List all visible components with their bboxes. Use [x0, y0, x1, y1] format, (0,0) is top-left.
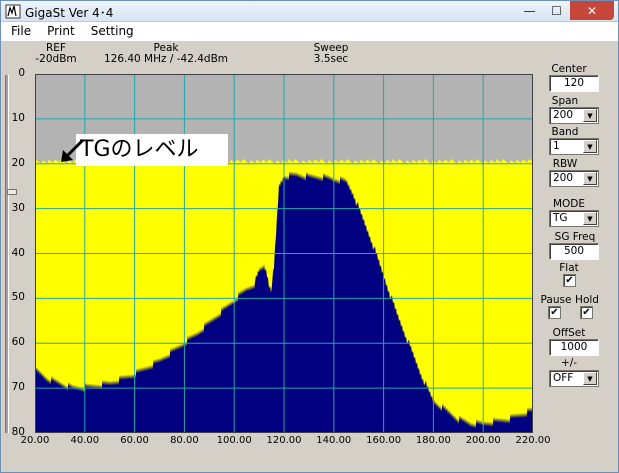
rbw-label: RBW: [552, 158, 578, 170]
x-tick-label: 40.00: [70, 435, 100, 446]
title-bar[interactable]: GigaSt Ver 4･4 — ☐ ✕: [1, 1, 618, 22]
y-tick-label: 70: [11, 381, 25, 394]
rbw-value: 200: [553, 172, 574, 184]
offset-input[interactable]: 1000: [549, 339, 599, 356]
x-tick-label: 80.00: [170, 435, 199, 446]
hold-label: Hold: [575, 294, 599, 306]
chevron-down-icon[interactable]: ▼: [583, 140, 597, 153]
sg-freq-label: SG Freq: [554, 231, 596, 243]
y-tick-label: 10: [11, 111, 25, 124]
sign-value: OFF: [553, 372, 574, 384]
menu-setting[interactable]: Setting: [81, 22, 140, 41]
maximize-button[interactable]: ☐: [543, 1, 570, 20]
spectrum-plot: [35, 74, 533, 433]
band-label: Band: [551, 126, 579, 138]
peak-value: 126.40 MHz / -42.4dBm: [103, 53, 229, 65]
main-area: REF -20dBm Peak 126.40 MHz / -42.4dBm Sw…: [1, 41, 618, 472]
band-value: 1: [553, 140, 560, 152]
mode-select[interactable]: TG ▼: [549, 210, 599, 227]
sign-label: +/-: [560, 357, 578, 369]
menu-file[interactable]: File: [1, 22, 37, 41]
chevron-down-icon[interactable]: ▼: [583, 212, 597, 225]
check-icon: ✔: [565, 275, 574, 286]
x-tick-label: 200.00: [465, 435, 501, 446]
y-tick-label: 0: [18, 67, 25, 79]
x-tick-label: 160.00: [366, 435, 402, 446]
check-icon: ✔: [582, 307, 591, 318]
window-title: GigaSt Ver 4･4: [25, 6, 114, 20]
app-icon: [5, 4, 21, 19]
span-select[interactable]: 200 ▼: [549, 107, 599, 124]
x-tick-label: 60.00: [120, 435, 149, 446]
check-icon: ✔: [550, 307, 559, 318]
flat-checkbox[interactable]: ✔: [563, 274, 576, 287]
y-tick-label: 40: [11, 246, 25, 259]
hold-checkbox[interactable]: ✔: [580, 306, 593, 319]
sweep-value: 3.5sec: [313, 53, 349, 65]
rbw-select[interactable]: 200 ▼: [549, 170, 599, 187]
sg-freq-input[interactable]: 500: [549, 243, 599, 260]
minimize-button[interactable]: —: [516, 1, 543, 20]
chevron-down-icon[interactable]: ▼: [583, 172, 597, 185]
menu-print[interactable]: Print: [37, 22, 81, 41]
span-label: Span: [551, 95, 579, 107]
arrow-down-left-icon: [61, 138, 85, 162]
sign-select[interactable]: OFF ▼: [549, 370, 599, 387]
x-tick-label: 120.00: [266, 435, 302, 446]
menu-bar: File Print Setting: [1, 22, 618, 41]
close-button[interactable]: ✕: [570, 1, 614, 20]
mode-value: TG: [553, 212, 568, 224]
flat-label: Flat: [559, 262, 579, 274]
band-select[interactable]: 1 ▼: [549, 138, 599, 155]
center-label: Center: [551, 63, 587, 75]
x-tick-label: 100.00: [216, 435, 252, 446]
offset-label: OffSet: [552, 327, 586, 339]
x-tick-label: 180.00: [415, 435, 451, 446]
y-tick-label: 30: [11, 201, 25, 214]
app-window: GigaSt Ver 4･4 — ☐ ✕ File Print Setting …: [0, 0, 619, 473]
x-tick-label: 220.00: [515, 435, 551, 446]
chevron-down-icon[interactable]: ▼: [583, 372, 597, 385]
x-tick-label: 140.00: [316, 435, 352, 446]
slider-thumb[interactable]: [7, 189, 17, 195]
chevron-down-icon[interactable]: ▼: [583, 109, 597, 122]
annotation-callout: TGのレベル: [76, 134, 228, 166]
center-input[interactable]: 120: [549, 75, 599, 92]
x-tick-label: 20.00: [20, 435, 50, 446]
span-value: 200: [553, 109, 574, 121]
y-tick-label: 20: [11, 156, 25, 169]
window-controls: — ☐ ✕: [516, 1, 614, 20]
annotation-text: TGのレベル: [80, 137, 199, 162]
mode-label: MODE: [552, 198, 586, 210]
pause-checkbox[interactable]: ✔: [548, 306, 561, 319]
y-tick-label: 50: [11, 291, 25, 304]
ref-value: -20dBm: [35, 53, 77, 65]
y-tick-label: 60: [11, 336, 25, 349]
